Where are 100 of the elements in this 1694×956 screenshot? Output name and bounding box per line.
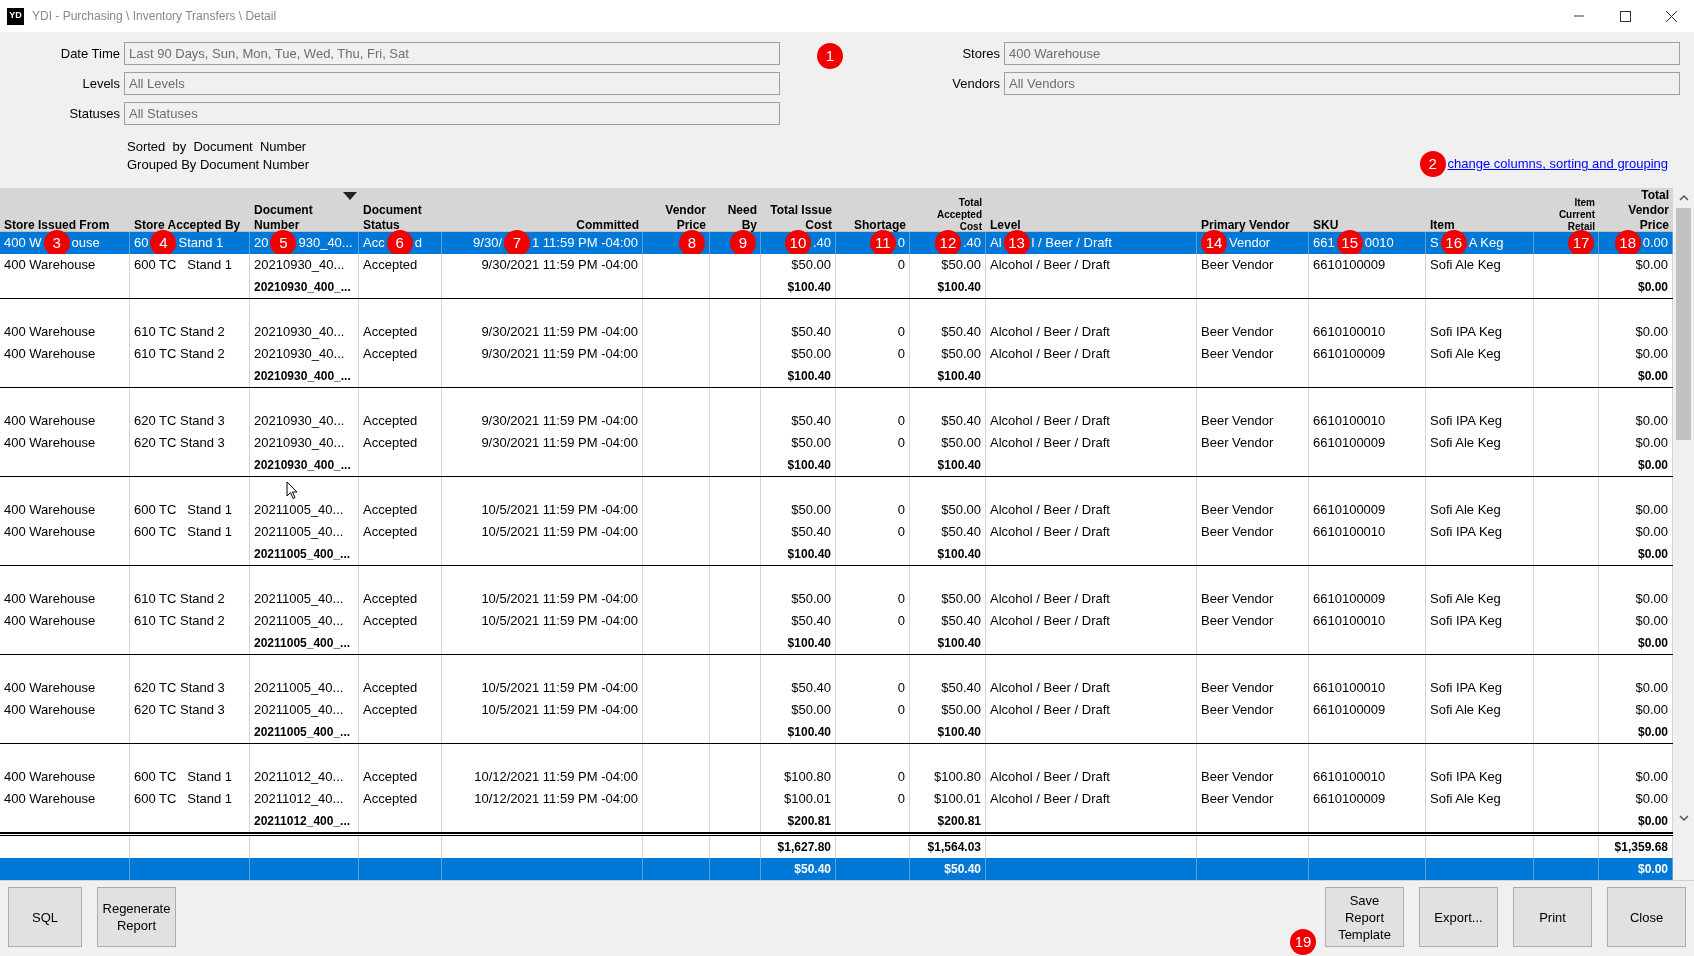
column-header[interactable]: Store Issued From <box>4 218 110 233</box>
sort-info: Grouped By Document Number <box>127 156 311 174</box>
table-cell-text: 20211005_400_... <box>254 724 351 741</box>
table-cell-text: 6610100009 <box>1313 256 1386 275</box>
table-cell-text: $0.00 <box>1637 813 1668 830</box>
table-cell-text: 20211005_40... <box>254 523 344 542</box>
change-columns-link[interactable]: change columns, sorting and grouping <box>1447 154 1668 174</box>
table-cell-text: 620 TC Stand 3 <box>134 701 225 720</box>
table-cell-text: $0.00 <box>1635 256 1668 275</box>
table-cell-text: 0 <box>897 234 905 253</box>
table-cell-text: Sofi Ale Keg <box>1430 701 1501 720</box>
table-cell-text: Beer Vendor <box>1201 412 1274 431</box>
table-cell-text: $0.00 <box>1635 790 1668 809</box>
table-cell-text: Alcohol / Beer / Draft <box>990 590 1110 609</box>
column-header[interactable]: Total Issue Cost <box>765 203 832 233</box>
selected-row[interactable]: 400 W 3 ouse 60 4 Stand 1 20 5 930_40... Acc 6 d 9/30/ 7 1 11:59 PM -04:00 8 9 10 .40 11 0 12 .40 Al 13 l / Beer / Draft 14 Vendor 661 15 0010 S 16 A Keg 17 18 0.00 <box>0 232 1673 254</box>
action-button[interactable]: SQL <box>8 887 82 947</box>
sort-info: Sorted by Document Number <box>127 138 308 156</box>
table-cell-text: 400 Warehouse <box>4 501 96 520</box>
table-cell-text: Sofi IPA Keg <box>1430 323 1503 342</box>
table-cell-text: Sofi IPA Keg <box>1430 768 1503 787</box>
action-button[interactable]: Export... <box>1419 887 1498 947</box>
table-cell-text: $0.00 <box>1635 345 1668 364</box>
table-cell-text: $100.40 <box>787 635 831 652</box>
table-cell-text: 0 <box>897 523 905 542</box>
table-cell-text: 400 Warehouse <box>4 256 96 275</box>
table-cell-text: $0.00 <box>1637 724 1668 741</box>
table-cell-text: $0.00 <box>1637 635 1668 652</box>
column-header[interactable]: Total Vendor Price <box>1603 188 1669 233</box>
action-button[interactable]: Print <box>1513 887 1592 947</box>
table-cell-text: 600 TC Stand 1 <box>134 523 233 542</box>
column-header[interactable]: Committed <box>576 218 639 233</box>
filter-field[interactable]: All Vendors <box>1004 72 1680 95</box>
table-cell-text: 20211005_40... <box>254 590 344 609</box>
table-cell-text: 6610100010 <box>1313 768 1386 787</box>
column-header[interactable]: Primary Vendor <box>1201 218 1290 233</box>
table-cell-text: l / Beer / Draft <box>1031 234 1112 253</box>
table-cell-text: Accepted <box>363 323 418 342</box>
column-header[interactable]: Document Number <box>254 203 355 233</box>
column-header[interactable]: Document Status <box>363 203 438 233</box>
table-cell-text: 610 TC Stand 2 <box>134 345 225 364</box>
table-cell-text: Beer Vendor <box>1201 501 1274 520</box>
column-header[interactable]: Need By <box>714 203 757 233</box>
table-cell-text: $100.80 <box>784 768 831 787</box>
table-cell-text: $50.40 <box>941 612 981 631</box>
table-cell-text: Beer Vendor <box>1201 768 1274 787</box>
table-cell-text: 400 Warehouse <box>4 790 96 809</box>
table-cell-text: Accepted <box>363 679 418 698</box>
table-cell-text: 20211005_40... <box>254 679 344 698</box>
table-cell-text: 20211005_40... <box>254 701 344 720</box>
filter-field[interactable]: All Statuses <box>124 102 780 125</box>
column-header[interactable]: Level <box>990 218 1021 233</box>
table-cell-text: Sofi Ale Keg <box>1430 590 1501 609</box>
table-cell-text: $0.00 <box>1637 457 1668 474</box>
table-cell-text: 400 Warehouse <box>4 412 96 431</box>
column-header[interactable]: Shortage <box>854 218 906 233</box>
action-button[interactable]: Save Report Template <box>1325 887 1404 947</box>
table-cell-text: $100.80 <box>934 768 981 787</box>
column-header[interactable]: Vendor Price <box>647 203 706 233</box>
table-cell-text: $100.40 <box>937 368 981 385</box>
table-cell-text: $200.81 <box>937 813 981 830</box>
table-cell-text: Sofi Ale Keg <box>1430 790 1501 809</box>
table-cell-text: 610 TC Stand 2 <box>134 590 225 609</box>
table-cell-text: 10/5/2021 11:59 PM -04:00 <box>481 501 638 520</box>
table-cell-text: Alcohol / Beer / Draft <box>990 434 1110 453</box>
table-cell-text: 0 <box>897 768 905 787</box>
column-header[interactable]: Store Accepted By <box>134 218 241 233</box>
table-cell-text: Accepted <box>363 790 418 809</box>
table-cell-text: 600 TC Stand 1 <box>134 768 233 787</box>
table-cell-text: Accepted <box>363 434 418 453</box>
column-header[interactable]: Total Accepted Cost <box>914 197 982 233</box>
table-cell-text: $50.00 <box>941 345 981 364</box>
table-cell-text: 0 <box>897 590 905 609</box>
table-cell-text: 20211012_40... <box>254 768 344 787</box>
filter-field[interactable]: Last 90 Days, Sun, Mon, Tue, Wed, Thu, Fri, Sat <box>124 42 780 65</box>
filter-field[interactable]: All Levels <box>124 72 780 95</box>
table-cell-text: 10/12/2021 11:59 PM -04:00 <box>474 790 638 809</box>
column-header[interactable]: Item Current Retail <box>1538 197 1595 233</box>
selected-row[interactable]: $50.40 $50.40 $0.00 <box>0 858 1673 880</box>
callout-marker: 2 <box>1419 151 1446 177</box>
table-cell-text: Alcohol / Beer / Draft <box>990 323 1110 342</box>
scroll-thumb[interactable] <box>1676 208 1691 440</box>
column-header[interactable]: Item <box>1430 218 1455 233</box>
table-cell-text: Sofi Ale Keg <box>1430 345 1501 364</box>
table-cell-text: Sofi IPA Keg <box>1430 612 1503 631</box>
column-header[interactable]: SKU <box>1313 218 1339 233</box>
table-cell-text: 400 Warehouse <box>4 523 96 542</box>
table-cell-text: $0.00 <box>1637 368 1668 385</box>
table-cell-text: 60 <box>134 234 149 253</box>
table-cell-text: Accepted <box>363 523 418 542</box>
action-button[interactable]: Regenerate Report <box>97 887 176 947</box>
callout-marker: 1 <box>817 43 843 69</box>
table-cell-text: Accepted <box>363 768 418 787</box>
table-cell-text: 400 Warehouse <box>4 612 96 631</box>
filter-field[interactable]: 400 Warehouse <box>1004 42 1680 65</box>
table-cell-text: $100.40 <box>937 635 981 652</box>
table-cell-text: 0 <box>897 701 905 720</box>
table-cell-text: 400 Warehouse <box>4 345 96 364</box>
action-button[interactable]: Close <box>1607 887 1686 947</box>
table-cell-text: $50.00 <box>941 590 981 609</box>
